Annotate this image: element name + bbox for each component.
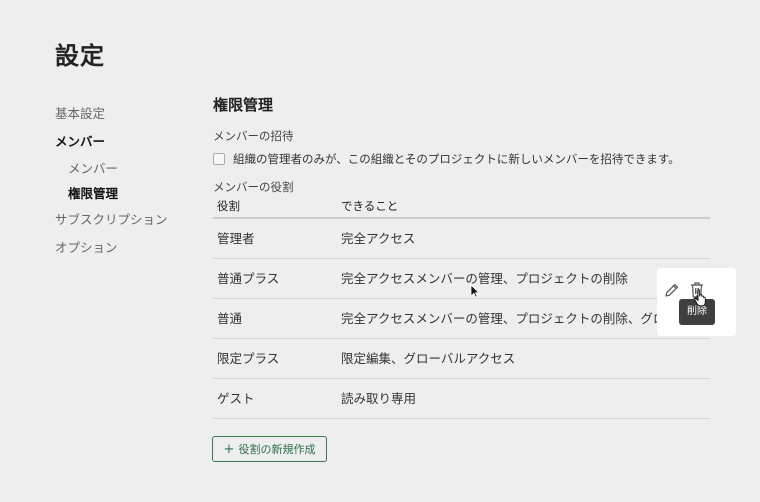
hand-cursor-icon <box>694 289 706 307</box>
role-description: 完全アクセスメンバーの管理、プロジェクトの削除、グローバルアクセス <box>341 311 710 326</box>
roles-table: 役割 できること 管理者 完全アクセス 普通プラス 完全アクセスメンバーの管理、… <box>213 195 710 419</box>
invite-admin-only-option[interactable]: 組織の管理者のみが、この組織とそのプロジェクトに新しいメンバーを招待できます。 <box>213 150 713 168</box>
role-description: 限定編集、グローバルアクセス <box>341 351 516 366</box>
table-row[interactable]: 普通プラス 完全アクセスメンバーの管理、プロジェクトの削除 <box>213 259 710 299</box>
invite-admin-only-label: 組織の管理者のみが、この組織とそのプロジェクトに新しいメンバーを招待できます。 <box>233 152 680 166</box>
role-description: 読み取り専用 <box>341 391 417 406</box>
plus-icon: + <box>223 441 235 457</box>
permissions-panel: 権限管理 メンバーの招待 組織の管理者のみが、この組織とそのプロジェクトに新しい… <box>213 93 713 419</box>
create-role-label: 役割の新規作成 <box>238 443 316 456</box>
role-description: 完全アクセス <box>341 231 416 246</box>
pencil-icon[interactable] <box>663 281 681 299</box>
invite-admin-only-checkbox[interactable] <box>213 153 225 165</box>
role-name: 普通プラス <box>217 271 280 286</box>
role-name: 限定プラス <box>217 351 280 366</box>
sidebar-item-options[interactable]: オプション <box>55 234 205 262</box>
sidebar-item-members-group[interactable]: メンバー <box>55 128 205 156</box>
sidebar-item-subscription[interactable]: サブスクリプション <box>55 206 205 234</box>
role-name: 管理者 <box>217 231 255 246</box>
table-row[interactable]: 限定プラス 限定編集、グローバルアクセス <box>213 339 710 379</box>
page-title: 設定 <box>55 42 105 70</box>
sidebar-item-basic-settings[interactable]: 基本設定 <box>55 100 205 128</box>
section-title: 権限管理 <box>213 96 274 114</box>
settings-sidebar: 基本設定 メンバー メンバー 権限管理 サブスクリプション オプション <box>55 100 205 262</box>
mouse-cursor-icon <box>470 284 480 298</box>
table-row[interactable]: 管理者 完全アクセス <box>213 219 710 259</box>
roles-heading: メンバーの役割 <box>213 180 294 194</box>
invite-heading: メンバーの招待 <box>213 129 294 143</box>
column-header-role: 役割 <box>217 199 240 213</box>
table-header: 役割 できること <box>213 195 710 219</box>
create-role-button[interactable]: + 役割の新規作成 <box>212 436 327 462</box>
table-row[interactable]: ゲスト 読み取り専用 <box>213 379 710 419</box>
sidebar-item-permissions[interactable]: 権限管理 <box>55 181 205 206</box>
role-name: ゲスト <box>217 391 255 406</box>
column-header-permissions: できること <box>341 199 399 213</box>
table-row[interactable]: 普通 完全アクセスメンバーの管理、プロジェクトの削除、グローバルアクセス <box>213 299 710 339</box>
role-description: 完全アクセスメンバーの管理、プロジェクトの削除 <box>341 271 628 286</box>
role-name: 普通 <box>217 311 243 326</box>
sidebar-item-members[interactable]: メンバー <box>55 156 205 181</box>
